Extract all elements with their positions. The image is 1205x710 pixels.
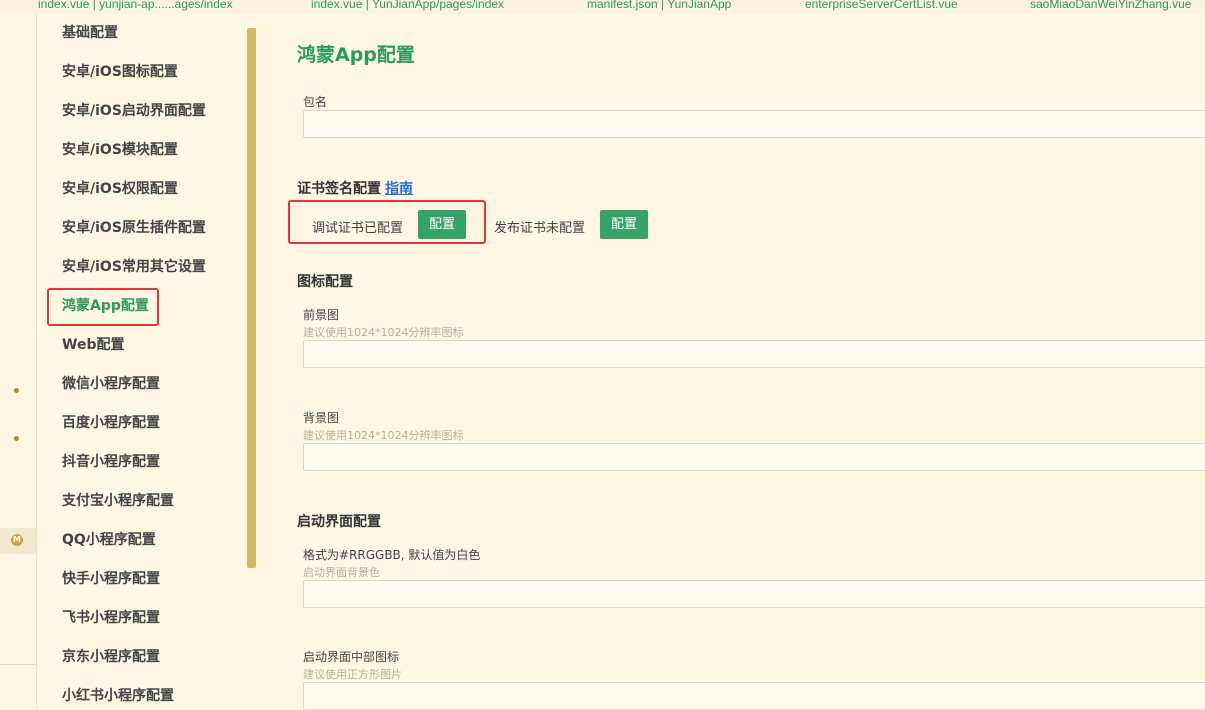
sidebar-item-kuaishou-mp[interactable]: 快手小程序配置 xyxy=(37,560,247,599)
editor-tab[interactable]: index.vue | YunJianApp/pages/index xyxy=(311,0,504,11)
foreground-input[interactable] xyxy=(303,340,1205,368)
icon-section-title: 图标配置 xyxy=(297,274,353,290)
page-title: 鸿蒙App配置 xyxy=(297,44,415,66)
sidebar-item-baidu-mp[interactable]: 百度小程序配置 xyxy=(37,404,247,443)
splash-section-title: 启动界面配置 xyxy=(297,514,381,530)
splash-bg-color-hint: 启动界面背景色 xyxy=(303,566,380,579)
sidebar-scrollbar[interactable] xyxy=(247,28,256,568)
guide-link[interactable]: 指南 xyxy=(385,181,413,197)
sidebar-item-weixin-mp[interactable]: 微信小程序配置 xyxy=(37,365,247,404)
sidebar-item-android-ios-permissions[interactable]: 安卓/iOS权限配置 xyxy=(37,170,247,209)
settings-sidebar: 基础配置 安卓/iOS图标配置 安卓/iOS启动界面配置 安卓/iOS模块配置 … xyxy=(37,14,247,708)
sidebar-item-jd-mp[interactable]: 京东小程序配置 xyxy=(37,638,247,677)
sidebar-item-douyin-mp[interactable]: 抖音小程序配置 xyxy=(37,443,247,482)
background-hint: 建议使用1024*1024分辨率图标 xyxy=(303,429,464,442)
splash-center-icon-label: 启动界面中部图标 xyxy=(303,650,400,664)
splash-bg-color-input[interactable] xyxy=(303,580,1205,608)
release-cert-status: 发布证书未配置 xyxy=(494,221,586,236)
sidebar-item-android-ios-modules[interactable]: 安卓/iOS模块配置 xyxy=(37,131,247,170)
splash-center-icon-hint: 建议使用正方形图片 xyxy=(303,668,402,681)
editor-tab[interactable]: index.vue | yunjian-ap......ages/index xyxy=(38,0,233,11)
sidebar-item-harmony-app[interactable]: 鸿蒙App配置 xyxy=(37,287,247,326)
release-cert-config-button[interactable]: 配置 xyxy=(600,210,649,239)
editor-tab[interactable]: saoMiaoDanWeiYinZhang.vue xyxy=(1030,0,1191,11)
sidebar-item-feishu-mp[interactable]: 飞书小程序配置 xyxy=(37,599,247,638)
package-name-input[interactable] xyxy=(303,110,1205,138)
modified-badge-icon: M xyxy=(11,534,23,546)
sidebar-item-basic[interactable]: 基础配置 xyxy=(37,14,247,53)
sidebar-item-android-ios-native-plugins[interactable]: 安卓/iOS原生插件配置 xyxy=(37,209,247,248)
sidebar-item-android-ios-icon[interactable]: 安卓/iOS图标配置 xyxy=(37,53,247,92)
editor-tab[interactable]: manifest.json | YunJianApp xyxy=(587,0,731,11)
modified-dot-icon xyxy=(14,388,19,393)
sidebar-item-web[interactable]: Web配置 xyxy=(37,326,247,365)
editor-tab-bar: index.vue | yunjian-ap......ages/index i… xyxy=(0,0,1205,14)
sidebar-item-qq-mp[interactable]: QQ小程序配置 xyxy=(37,521,247,560)
foreground-hint: 建议使用1024*1024分辨率图标 xyxy=(303,326,464,339)
sidebar-item-alipay-mp[interactable]: 支付宝小程序配置 xyxy=(37,482,247,521)
debug-cert-config-button[interactable]: 配置 xyxy=(418,210,467,239)
splash-bg-color-label: 格式为#RRGGBB, 默认值为白色 xyxy=(303,548,481,562)
background-input[interactable] xyxy=(303,443,1205,471)
sidebar-item-android-ios-other[interactable]: 安卓/iOS常用其它设置 xyxy=(37,248,247,287)
main-panel: 鸿蒙App配置 包名 证书签名配置 指南 调试证书已配置 配置 发布证书未配置 配… xyxy=(257,14,1205,710)
gutter-divider xyxy=(0,664,36,665)
foreground-label: 前景图 xyxy=(303,308,340,322)
left-gutter: M xyxy=(0,14,37,708)
debug-cert-status: 调试证书已配置 xyxy=(312,221,404,236)
cert-section-label: 证书签名配置 xyxy=(297,181,381,197)
background-label: 背景图 xyxy=(303,411,340,425)
sidebar-item-android-ios-splash[interactable]: 安卓/iOS启动界面配置 xyxy=(37,92,247,131)
splash-center-icon-input[interactable] xyxy=(303,682,1205,710)
package-name-label: 包名 xyxy=(303,95,328,109)
cert-section-title: 证书签名配置 指南 xyxy=(297,178,413,198)
modified-dot-icon xyxy=(14,436,19,441)
sidebar-item-xiaohongshu-mp[interactable]: 小红书小程序配置 xyxy=(37,677,247,708)
editor-tab[interactable]: enterpriseServerCertList.vue xyxy=(805,0,958,11)
